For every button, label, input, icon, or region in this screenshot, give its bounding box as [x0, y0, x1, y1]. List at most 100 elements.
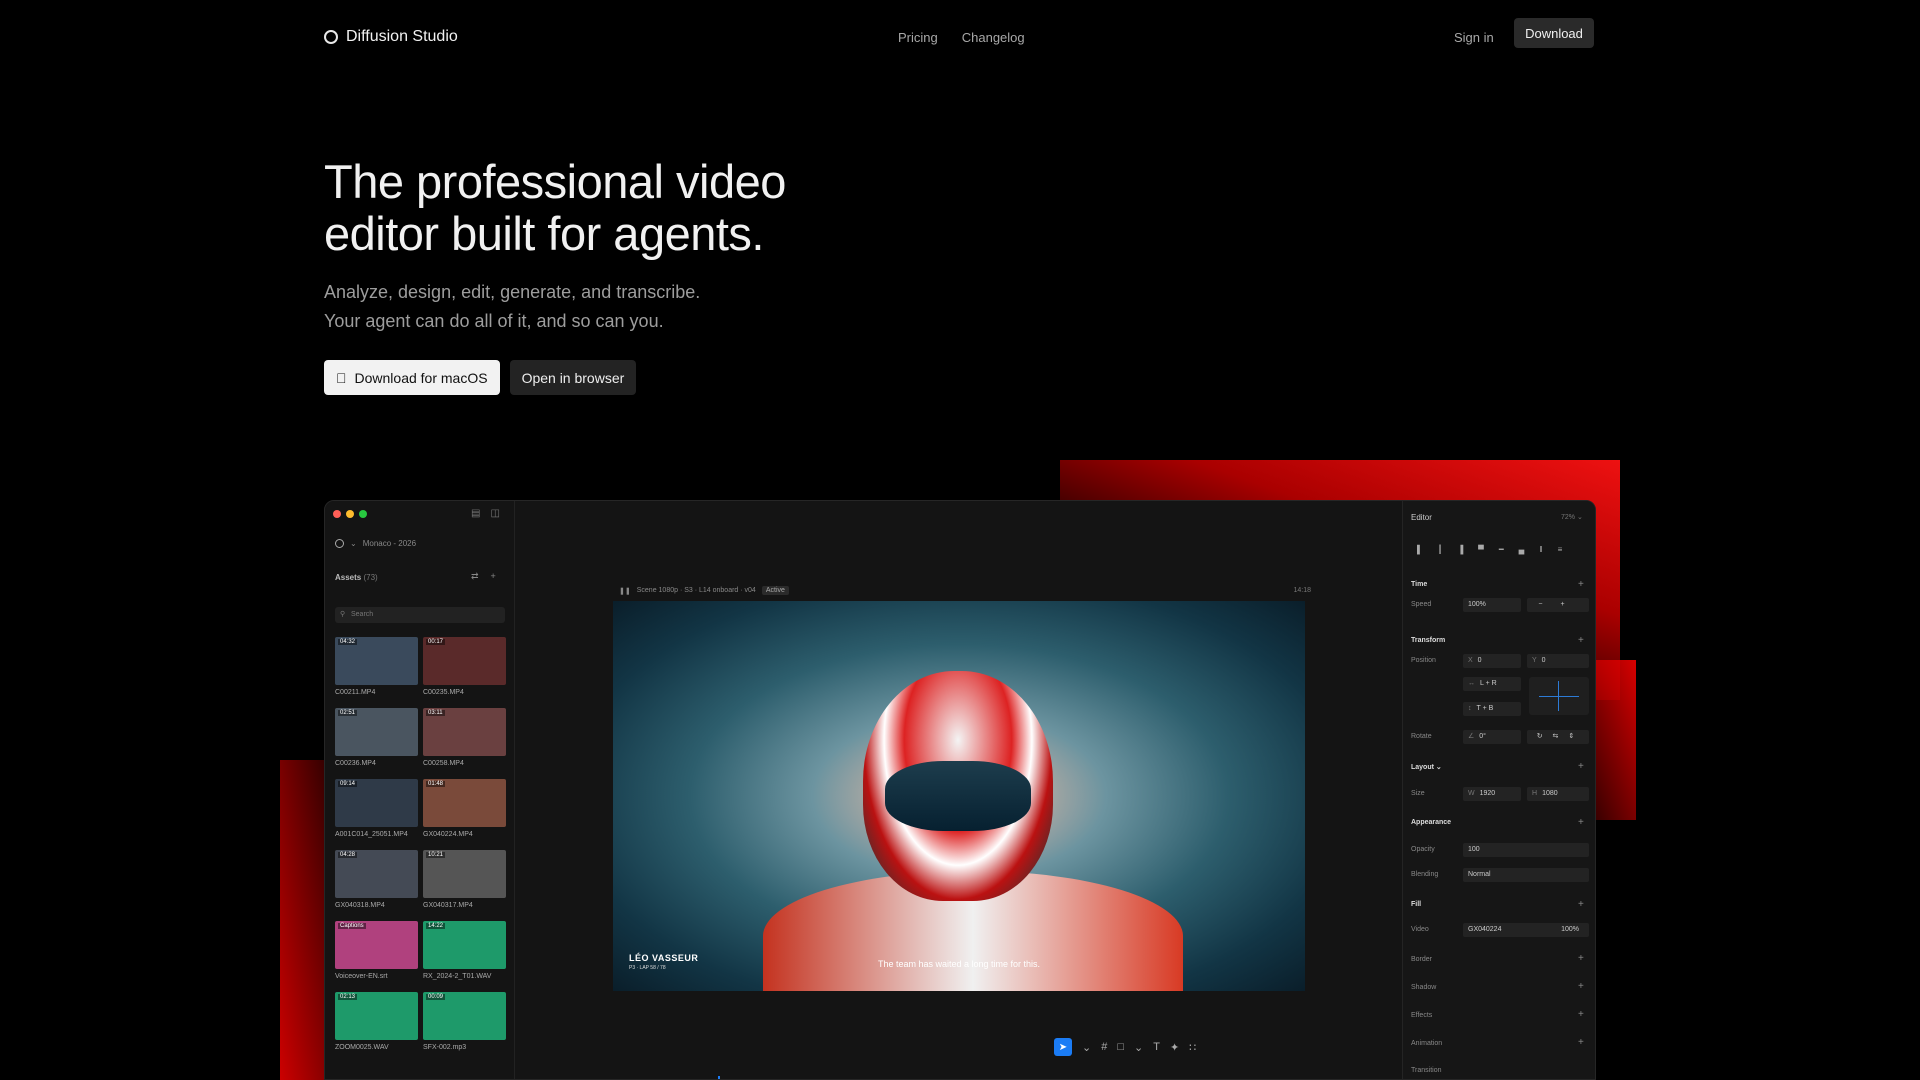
- position-x-field[interactable]: X0: [1463, 654, 1521, 668]
- distribute-h-icon[interactable]: ‖: [1539, 545, 1542, 554]
- filter-icon[interactable]: ⇄: [471, 571, 479, 582]
- asset-tile[interactable]: 02:51 C00236.MP4: [335, 708, 418, 767]
- sidebar-icon[interactable]: ◫: [490, 508, 499, 519]
- width-value: 1920: [1479, 790, 1496, 797]
- add-icon[interactable]: +: [1578, 953, 1584, 964]
- magic-tool-icon[interactable]: ✦: [1170, 1041, 1179, 1054]
- asset-thumbnail: Captions: [335, 921, 418, 969]
- align-middle-icon[interactable]: ━: [1499, 545, 1504, 554]
- asset-duration: 02:13: [338, 994, 358, 1000]
- zoom-level[interactable]: 72% ⌄: [1561, 513, 1583, 521]
- playhead[interactable]: [718, 1076, 720, 1079]
- asset-tile[interactable]: 10:21 GX040317.MP4: [423, 850, 506, 909]
- add-icon[interactable]: +: [1578, 761, 1584, 772]
- nav-link-changelog[interactable]: Changelog: [962, 30, 1025, 45]
- add-icon[interactable]: +: [491, 571, 496, 582]
- shadow-label: Shadow: [1411, 984, 1437, 991]
- width-field[interactable]: W 1920: [1463, 787, 1521, 801]
- text-tool-icon[interactable]: T: [1153, 1041, 1160, 1053]
- assets-panel: ▤ ◫ ⌄ Monaco - 2026 Assets (73) ⇄ + ⚲ Search…: [325, 501, 515, 1079]
- components-tool-icon[interactable]: ∷: [1189, 1041, 1196, 1054]
- height-field[interactable]: H 1080: [1527, 787, 1589, 801]
- asset-thumbnail: 00:09: [423, 992, 506, 1040]
- brand-logo[interactable]: Diffusion Studio: [324, 28, 458, 46]
- opacity-field[interactable]: 100: [1463, 843, 1589, 857]
- asset-tile[interactable]: 04:32 C00211.MP4: [335, 637, 418, 696]
- opacity-label: Opacity: [1411, 846, 1435, 853]
- add-icon[interactable]: +: [1578, 635, 1584, 646]
- sign-in-link[interactable]: Sign in: [1454, 30, 1494, 45]
- asset-name: A001C014_25051.MP4: [335, 831, 408, 838]
- rotate-field[interactable]: ∠ 0°: [1463, 730, 1521, 744]
- project-icon: [335, 539, 344, 548]
- asset-thumbnail: 01:48: [423, 779, 506, 827]
- asset-tile[interactable]: 09:14 A001C014_25051.MP4: [335, 779, 418, 838]
- preview-stage: ❚❚ Scene 1080p · S3 · L14 onboard · v04 …: [516, 501, 1589, 1079]
- constraint-widget[interactable]: [1529, 677, 1589, 715]
- align-left-icon[interactable]: ▌: [1417, 545, 1423, 554]
- add-icon[interactable]: +: [1578, 899, 1584, 910]
- asset-name: C00258.MP4: [423, 760, 464, 767]
- asset-tile[interactable]: 04:28 GX040318.MP4: [335, 850, 418, 909]
- project-name: Monaco - 2026: [362, 539, 417, 548]
- asset-tile[interactable]: 02:13 ZOOM0025.WAV: [335, 992, 418, 1051]
- video-label: Video: [1411, 926, 1429, 933]
- distribute-v-icon[interactable]: ≡: [1558, 545, 1563, 554]
- rotate-actions[interactable]: ↻⇆⇕: [1527, 730, 1589, 744]
- download-button[interactable]: Download: [1514, 18, 1594, 48]
- position-label: Position: [1411, 657, 1436, 664]
- vertical-constraint-select[interactable]: ↕ T + B: [1463, 702, 1521, 716]
- add-icon[interactable]: +: [1578, 817, 1584, 828]
- align-bottom-icon[interactable]: ▄: [1519, 545, 1525, 554]
- shape-tool-icon[interactable]: □: [1117, 1041, 1124, 1053]
- add-icon[interactable]: +: [1578, 579, 1584, 590]
- asset-tile[interactable]: 03:11 C00258.MP4: [423, 708, 506, 767]
- status-badge: Active: [761, 586, 789, 595]
- asset-search-input[interactable]: ⚲ Search: [335, 607, 505, 623]
- align-top-icon[interactable]: ▀: [1478, 545, 1484, 554]
- chevron-down-icon[interactable]: ⌄: [1082, 1041, 1091, 1054]
- download-macos-button[interactable]: Download for macOS: [324, 360, 500, 395]
- position-y-field[interactable]: Y0: [1527, 654, 1589, 668]
- panel-toggle-icons: ▤ ◫: [471, 508, 500, 519]
- asset-duration: 01:48: [426, 781, 446, 787]
- asset-tile[interactable]: 00:09 SFX-002.mp3: [423, 992, 506, 1051]
- asset-tile[interactable]: 00:17 C00235.MP4: [423, 637, 506, 696]
- asset-tile[interactable]: Captions Voiceover-EN.srt: [335, 921, 418, 980]
- hero-subtitle-line-1: Analyze, design, edit, generate, and tra…: [324, 282, 701, 302]
- transform-section: Transform: [1411, 637, 1446, 644]
- asset-tile[interactable]: 01:48 GX040224.MP4: [423, 779, 506, 838]
- video-fill-field[interactable]: GX040224 100%: [1463, 923, 1589, 937]
- speed-stepper[interactable]: −+: [1527, 598, 1589, 612]
- blending-select[interactable]: Normal: [1463, 868, 1589, 882]
- project-selector[interactable]: ⌄ Monaco - 2026: [335, 539, 416, 548]
- close-dot[interactable]: [333, 510, 341, 518]
- blending-label: Blending: [1411, 871, 1439, 878]
- frame-tool-icon[interactable]: #: [1101, 1041, 1107, 1053]
- fill-section: Fill: [1411, 901, 1422, 908]
- download-macos-label: Download for macOS: [344, 369, 488, 386]
- open-in-browser-button[interactable]: Open in browser: [509, 360, 637, 395]
- align-right-icon[interactable]: ▐: [1458, 545, 1464, 554]
- pause-icon[interactable]: ❚❚: [619, 587, 631, 595]
- minimize-dot[interactable]: [346, 510, 354, 518]
- horizontal-constraint-select[interactable]: ↔ L + R: [1463, 677, 1521, 691]
- asset-tile[interactable]: 14:22 RX_2024-2_T01.WAV: [423, 921, 506, 980]
- asset-duration: 04:28: [338, 852, 358, 858]
- video-preview[interactable]: LÉO VASSEUR P3 · LAP 58 / 78 The team ha…: [613, 601, 1305, 991]
- asset-thumbnail: 04:32: [335, 637, 418, 685]
- add-icon[interactable]: +: [1578, 981, 1584, 992]
- speed-field[interactable]: 100%: [1463, 598, 1521, 612]
- asset-name: GX040224.MP4: [423, 831, 473, 838]
- time-section: Time: [1411, 581, 1428, 588]
- align-center-h-icon[interactable]: ┃: [1438, 545, 1443, 554]
- maximize-dot[interactable]: [359, 510, 367, 518]
- select-tool-icon[interactable]: ➤: [1054, 1038, 1072, 1056]
- add-icon[interactable]: +: [1578, 1037, 1584, 1048]
- asset-name: SFX-002.mp3: [423, 1044, 467, 1051]
- chevron-down-icon[interactable]: ⌄: [1134, 1041, 1143, 1054]
- nav-link-pricing[interactable]: Pricing: [898, 30, 938, 45]
- add-icon[interactable]: +: [1578, 1009, 1584, 1020]
- layout-icon[interactable]: ▤: [471, 508, 480, 519]
- effects-label: Effects: [1411, 1012, 1433, 1019]
